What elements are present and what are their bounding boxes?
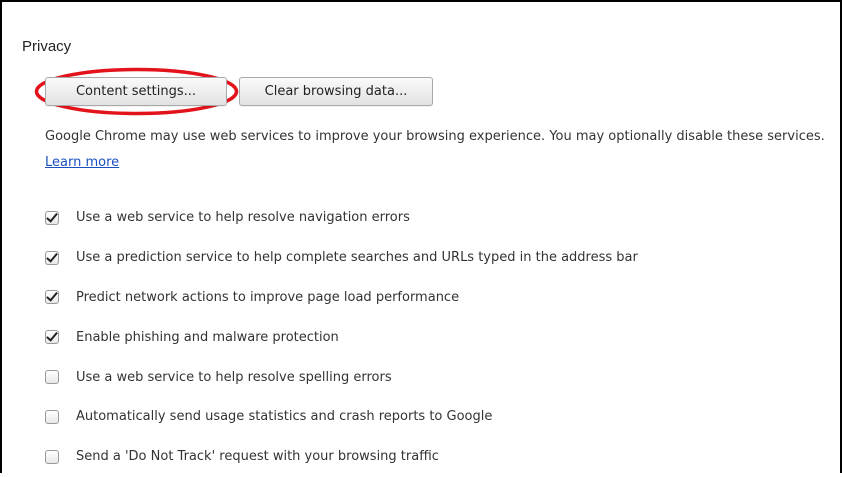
checkbox[interactable] xyxy=(45,210,59,225)
settings-frame: Privacy Content settings... Clear browsi… xyxy=(0,0,842,473)
option-phishing-protection[interactable]: Enable phishing and malware protection xyxy=(45,317,638,357)
option-label: Predict network actions to improve page … xyxy=(76,289,460,305)
content-settings-button[interactable]: Content settings... xyxy=(45,77,227,106)
option-label: Use a web service to help resolve naviga… xyxy=(76,210,410,226)
option-label: Send a 'Do Not Track' request with your … xyxy=(76,449,439,465)
option-label: Use a web service to help resolve spelli… xyxy=(76,369,392,385)
option-label: Use a prediction service to help complet… xyxy=(76,250,638,266)
learn-more-link[interactable]: Learn more xyxy=(45,155,119,170)
checkbox[interactable] xyxy=(45,290,59,305)
checkbox[interactable] xyxy=(45,330,59,345)
privacy-description-text: Google Chrome may use web services to im… xyxy=(45,129,825,144)
checkbox[interactable] xyxy=(45,449,59,464)
option-prediction-service[interactable]: Use a prediction service to help complet… xyxy=(45,238,638,278)
option-spelling-service[interactable]: Use a web service to help resolve spelli… xyxy=(45,357,638,397)
option-predict-network-actions[interactable]: Predict network actions to improve page … xyxy=(45,278,638,318)
checkbox[interactable] xyxy=(45,409,59,424)
checkbox[interactable] xyxy=(45,250,59,265)
privacy-section-title: Privacy xyxy=(22,38,72,55)
privacy-options-list: Use a web service to help resolve naviga… xyxy=(45,198,638,477)
option-do-not-track[interactable]: Send a 'Do Not Track' request with your … xyxy=(45,437,638,477)
option-usage-statistics[interactable]: Automatically send usage statistics and … xyxy=(45,397,638,437)
option-label: Enable phishing and malware protection xyxy=(76,329,339,345)
option-navigation-errors[interactable]: Use a web service to help resolve naviga… xyxy=(45,198,638,238)
privacy-description: Google Chrome may use web services to im… xyxy=(45,124,835,176)
clear-browsing-data-button[interactable]: Clear browsing data... xyxy=(239,77,433,106)
option-label: Automatically send usage statistics and … xyxy=(76,409,493,425)
checkbox[interactable] xyxy=(45,370,59,385)
